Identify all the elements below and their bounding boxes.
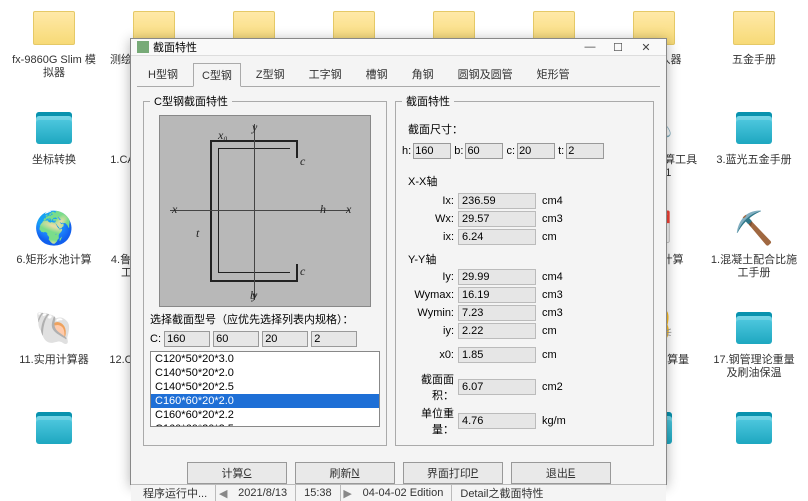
tab-7[interactable]: 矩形管 xyxy=(528,62,579,86)
tab-2[interactable]: Z型钢 xyxy=(247,62,294,86)
main-panel: C型钢截面特性 y x x y h b xyxy=(137,86,660,452)
calc-button[interactable]: 计算C xyxy=(187,462,287,484)
tab-6[interactable]: 圆钢及圆管 xyxy=(449,62,522,86)
section-properties-window: 截面特性 ― ☐ ✕ H型钢C型钢Z型钢工字钢槽钢角钢圆钢及圆管矩形管 C型钢截… xyxy=(130,38,667,485)
desktop-item[interactable]: 坐标转换 xyxy=(4,100,104,200)
status-edition: 04-04-02 Edition xyxy=(355,485,453,501)
yy-label: Y-Y轴 xyxy=(408,251,647,267)
refresh-button[interactable]: 刷新N xyxy=(295,462,395,484)
status-time: 15:38 xyxy=(296,485,341,501)
desktop-item-label: 11.实用计算器 xyxy=(9,354,99,367)
left-fieldset: C型钢截面特性 y x x y h b xyxy=(143,93,387,446)
desktop-item-label: 1.混凝土配合比施工手册 xyxy=(709,254,799,279)
input-a[interactable] xyxy=(213,331,259,347)
tab-3[interactable]: 工字钢 xyxy=(300,62,351,86)
tab-5[interactable]: 角钢 xyxy=(403,62,443,86)
section-diagram: y x x y h b t c c x₀ xyxy=(159,115,371,307)
tab-1[interactable]: C型钢 xyxy=(193,63,241,87)
select-inputs: C: xyxy=(150,331,380,347)
list-item[interactable]: C120*50*20*3.0 xyxy=(151,352,379,366)
app-icon: 🐚 xyxy=(30,304,78,352)
model-listbox[interactable]: C120*50*20*3.0C140*50*20*2.0C140*50*20*2… xyxy=(150,351,380,427)
app-icon: 🌍 xyxy=(30,204,78,252)
right-fieldset: 截面特性 截面尺寸： h: b: c: t: X-X轴 Ix:236.59cm4… xyxy=(395,93,654,446)
left-legend: C型钢截面特性 xyxy=(150,93,232,109)
desktop-item-label: 17.钢管理论重量及刷油保温 xyxy=(709,354,799,379)
desktop-item[interactable]: 🌍 6.矩形水池计算 xyxy=(4,200,104,300)
desktop-item-label: 坐标转换 xyxy=(9,154,99,167)
desktop-item[interactable]: fx-9860G Slim 模拟器 xyxy=(4,0,104,100)
desktop-item[interactable] xyxy=(4,400,104,500)
desktop-item[interactable] xyxy=(704,400,804,500)
folder-icon xyxy=(730,4,778,52)
window-title: 截面特性 xyxy=(153,39,197,55)
folder-icon xyxy=(30,4,78,52)
val-x0: 1.85 xyxy=(458,347,536,363)
val-Wymax: 16.19 xyxy=(458,287,536,303)
dims-row: h: b: c: t: xyxy=(402,143,647,159)
props-box: Ix:236.59cm4 Wx:29.57cm3 ix:6.24cm Y-Y轴 … xyxy=(402,191,647,439)
input-c2[interactable] xyxy=(311,331,357,347)
desktop-item-label: 3.蓝光五金手册 xyxy=(709,154,799,167)
status-run: 程序运行中... xyxy=(135,485,216,501)
desktop-item[interactable]: 🐚 11.实用计算器 xyxy=(4,300,104,400)
app-icon xyxy=(137,41,149,53)
val-Ix: 236.59 xyxy=(458,193,536,209)
list-item[interactable]: C140*50*20*2.5 xyxy=(151,380,379,394)
minimize-button[interactable]: ― xyxy=(576,41,604,53)
val-Wx: 29.57 xyxy=(458,211,536,227)
val-ix: 6.24 xyxy=(458,229,536,245)
dim-c[interactable] xyxy=(517,143,555,159)
close-button[interactable]: ✕ xyxy=(632,41,660,54)
zip-icon xyxy=(30,104,78,152)
zip-icon xyxy=(30,404,78,452)
desktop-item[interactable]: 17.钢管理论重量及刷油保温 xyxy=(704,300,804,400)
desktop-item[interactable]: ⛏️1.混凝土配合比施工手册 xyxy=(704,200,804,300)
list-item[interactable]: C160*60*20*2.2 xyxy=(151,408,379,422)
dims-label: 截面尺寸： xyxy=(408,121,647,137)
tab-0[interactable]: H型钢 xyxy=(139,62,187,86)
list-item[interactable]: C160*60*20*2.5 xyxy=(151,422,379,427)
tab-4[interactable]: 槽钢 xyxy=(357,62,397,86)
dim-h[interactable] xyxy=(413,143,451,159)
tab-strip: H型钢C型钢Z型钢工字钢槽钢角钢圆钢及圆管矩形管 xyxy=(131,56,666,86)
desktop-item-label: 五金手册 xyxy=(709,54,799,67)
val-weight: 4.76 xyxy=(458,413,536,429)
maximize-button[interactable]: ☐ xyxy=(604,41,632,54)
desktop-item-label: fx-9860G Slim 模拟器 xyxy=(9,54,99,79)
zip-icon xyxy=(730,404,778,452)
dim-b[interactable] xyxy=(465,143,503,159)
print-button[interactable]: 界面打印P xyxy=(403,462,503,484)
zip-icon xyxy=(730,104,778,152)
status-bar: 程序运行中... ◀ 2021/8/13 15:38 ▶ 04-04-02 Ed… xyxy=(131,484,666,501)
button-row: 计算C 刷新N 界面打印P 退出E xyxy=(131,462,666,484)
input-C[interactable] xyxy=(164,331,210,347)
list-item[interactable]: C140*50*20*2.0 xyxy=(151,366,379,380)
val-Iy: 29.99 xyxy=(458,269,536,285)
status-date: 2021/8/13 xyxy=(230,485,296,501)
val-iy: 2.22 xyxy=(458,323,536,339)
desktop-item[interactable]: 五金手册 xyxy=(704,0,804,100)
dim-t[interactable] xyxy=(566,143,604,159)
input-b[interactable] xyxy=(262,331,308,347)
right-legend: 截面特性 xyxy=(402,93,454,109)
list-item[interactable]: C160*60*20*2.0 xyxy=(151,394,379,408)
status-detail: Detail之截面特性 xyxy=(452,485,551,501)
titlebar[interactable]: 截面特性 ― ☐ ✕ xyxy=(131,39,666,56)
exit-button[interactable]: 退出E xyxy=(511,462,611,484)
xx-label: X-X轴 xyxy=(408,173,647,189)
zip-icon xyxy=(730,304,778,352)
val-area: 6.07 xyxy=(458,379,536,395)
desktop-item-label: 6.矩形水池计算 xyxy=(9,254,99,267)
app-icon: ⛏️ xyxy=(730,204,778,252)
desktop-item[interactable]: 3.蓝光五金手册 xyxy=(704,100,804,200)
select-label: 选择截面型号（应优先选择列表内规格）： xyxy=(150,311,380,327)
val-Wymin: 7.23 xyxy=(458,305,536,321)
